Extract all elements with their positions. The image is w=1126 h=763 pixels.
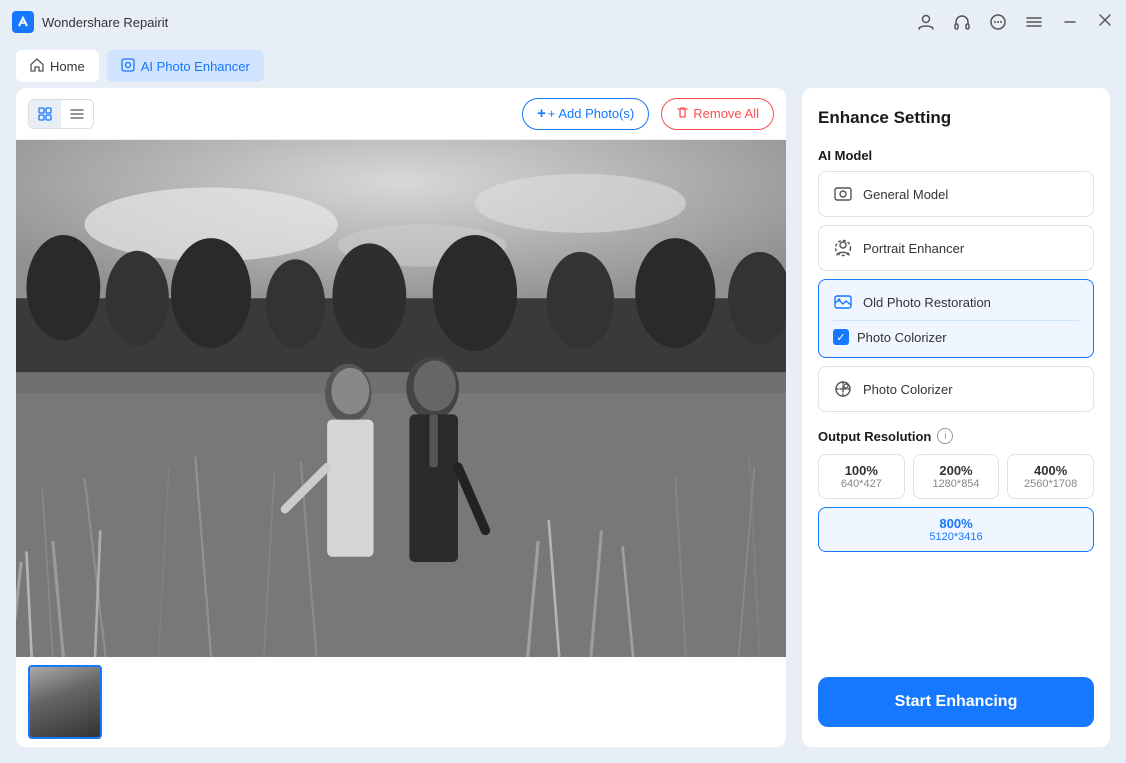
res-200-size: 1280*854: [922, 478, 991, 490]
res-100-percent: 100%: [827, 463, 896, 478]
chat-icon[interactable]: [988, 12, 1008, 32]
resolution-info-icon[interactable]: i: [937, 428, 953, 444]
res-400-percent: 400%: [1016, 463, 1085, 478]
account-icon[interactable]: [916, 12, 936, 32]
list-view-button[interactable]: [61, 100, 93, 128]
grid-view-button[interactable]: [29, 100, 61, 128]
enhancer-icon: [121, 58, 135, 75]
right-panel: Enhance Setting AI Model General Model: [802, 88, 1110, 747]
old-photo-restoration-option[interactable]: Old Photo Restoration ✓ Photo Colorizer: [818, 279, 1094, 358]
res-800-size: 5120*3416: [827, 531, 1085, 543]
photo-colorizer-sub: ✓ Photo Colorizer: [833, 320, 1079, 345]
ai-model-label: AI Model: [818, 148, 1094, 163]
photo-enhancer-nav-button[interactable]: AI Photo Enhancer: [107, 50, 264, 82]
portrait-enhancer-label: Portrait Enhancer: [863, 241, 964, 256]
remove-all-button[interactable]: Remove All: [661, 98, 774, 130]
photo-enhancer-nav-label: AI Photo Enhancer: [141, 59, 250, 74]
home-nav-label: Home: [50, 59, 85, 74]
ai-model-section: AI Model General Model: [818, 148, 1094, 412]
app-title: Wondershare Repairit: [42, 15, 168, 30]
trash-icon: [676, 106, 689, 122]
general-model-label: General Model: [863, 187, 948, 202]
resolution-grid: 100% 640*427 200% 1280*854 400% 2560*170…: [818, 454, 1094, 499]
photo-colorizer-sub-label: Photo Colorizer: [857, 330, 947, 345]
photo-area: [16, 140, 786, 657]
resolution-200-button[interactable]: 200% 1280*854: [913, 454, 1000, 499]
resolution-400-button[interactable]: 400% 2560*1708: [1007, 454, 1094, 499]
panel-title: Enhance Setting: [818, 108, 1094, 128]
thumbnail-image: [30, 667, 100, 737]
home-icon: [30, 58, 44, 75]
output-resolution-label: Output Resolution: [818, 429, 931, 444]
headphones-icon[interactable]: [952, 12, 972, 32]
left-panel: + + Add Photo(s) Remove All: [16, 88, 786, 747]
title-bar: Wondershare Repairit: [0, 0, 1126, 44]
main-content: + + Add Photo(s) Remove All: [0, 88, 1126, 763]
minimize-button[interactable]: [1060, 12, 1080, 32]
menu-icon[interactable]: [1024, 12, 1044, 32]
old-photo-restoration-label: Old Photo Restoration: [863, 295, 991, 310]
res-100-size: 640*427: [827, 478, 896, 490]
add-photos-button[interactable]: + + Add Photo(s): [522, 98, 649, 130]
photo-colorizer-icon: [833, 379, 853, 399]
general-model-option[interactable]: General Model: [818, 171, 1094, 217]
thumbnail-strip: [16, 657, 786, 747]
old-photo-icon: [833, 292, 853, 312]
main-photo: [16, 140, 786, 657]
start-enhancing-button[interactable]: Start Enhancing: [818, 677, 1094, 727]
portrait-enhancer-icon: [833, 238, 853, 258]
remove-all-label: Remove All: [693, 106, 759, 121]
res-200-percent: 200%: [922, 463, 991, 478]
photo-toolbar: + + Add Photo(s) Remove All: [16, 88, 786, 140]
close-button[interactable]: [1096, 11, 1114, 34]
thumbnail-item[interactable]: [28, 665, 102, 739]
home-nav-button[interactable]: Home: [16, 50, 99, 82]
resolution-header: Output Resolution i: [818, 428, 1094, 444]
old-photo-top: Old Photo Restoration: [833, 292, 1079, 312]
resolution-100-button[interactable]: 100% 640*427: [818, 454, 905, 499]
add-photos-label: + Add Photo(s): [548, 106, 634, 121]
photo-colorizer-option[interactable]: Photo Colorizer: [818, 366, 1094, 412]
general-model-icon: [833, 184, 853, 204]
app-icon: [12, 11, 34, 33]
output-resolution-section: Output Resolution i 100% 640*427 200% 12…: [818, 428, 1094, 552]
nav-bar: Home AI Photo Enhancer: [0, 44, 1126, 88]
title-bar-left: Wondershare Repairit: [12, 11, 168, 33]
photo-colorizer-checkbox[interactable]: ✓: [833, 329, 849, 345]
res-800-percent: 800%: [827, 516, 1085, 531]
photo-colorizer-label: Photo Colorizer: [863, 382, 953, 397]
add-icon: +: [537, 105, 546, 122]
portrait-enhancer-option[interactable]: Portrait Enhancer: [818, 225, 1094, 271]
view-toggle: [28, 99, 94, 129]
res-400-size: 2560*1708: [1016, 478, 1085, 490]
title-bar-right: [916, 11, 1114, 34]
resolution-800-button[interactable]: 800% 5120*3416: [818, 507, 1094, 552]
